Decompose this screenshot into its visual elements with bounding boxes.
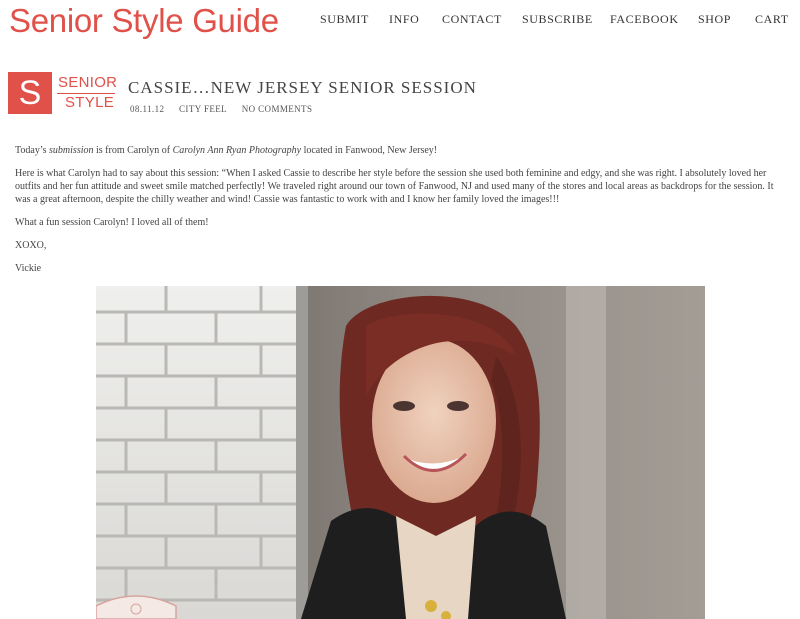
logo-word-senior: SENIOR <box>58 74 118 91</box>
post-photo[interactable] <box>96 286 705 619</box>
nav-shop[interactable]: SHOP <box>698 12 731 27</box>
post-paragraph: Today’s submission is from Carolyn of Ca… <box>15 144 785 157</box>
main-nav: SUBMIT INFO CONTACT SUBSCRIBE FACEBOOK S… <box>318 12 800 28</box>
post-paragraph: Here is what Carolyn had to say about th… <box>15 168 774 205</box>
post-title[interactable]: CASSIE…NEW JERSEY SENIOR SESSION <box>128 78 477 98</box>
logo-word-style: STYLE <box>65 94 115 111</box>
brick-wall <box>96 286 308 619</box>
nav-info[interactable]: INFO <box>389 12 419 27</box>
photographer-link[interactable]: Carolyn Ann Ryan Photography <box>173 145 301 156</box>
submission-text: submission <box>49 145 94 156</box>
nav-subscribe[interactable]: SUBSCRIBE <box>522 12 593 27</box>
post-paragraph: What a fun session Carolyn! I loved all … <box>15 217 209 228</box>
text: is from Carolyn of <box>93 145 173 156</box>
post-content: Today’s submission is from Carolyn of Ca… <box>15 144 785 285</box>
post-signature: Vickie <box>15 263 42 274</box>
post-paragraph: XOXO, <box>15 240 47 251</box>
post-comments-link[interactable]: NO COMMENTS <box>242 104 313 114</box>
post-category-link[interactable]: CITY FEEL <box>179 104 227 114</box>
post-meta: 08.11.12 CITY FEEL NO COMMENTS <box>130 104 324 114</box>
nav-facebook[interactable]: FACEBOOK <box>610 12 679 27</box>
text: Today’s <box>15 145 50 156</box>
nav-cart[interactable]: CART <box>755 12 789 27</box>
nav-submit[interactable]: SUBMIT <box>320 12 369 27</box>
senior-style-logo[interactable]: S SENIOR STYLE <box>8 72 117 114</box>
text: located in Fanwood, New Jersey! <box>301 145 438 156</box>
post-date: 08.11.12 <box>130 104 165 114</box>
logo-letter: S <box>8 72 52 114</box>
site-title[interactable]: Senior Style Guide <box>9 0 279 42</box>
portrait-image <box>96 286 705 619</box>
nav-contact[interactable]: CONTACT <box>442 12 502 27</box>
